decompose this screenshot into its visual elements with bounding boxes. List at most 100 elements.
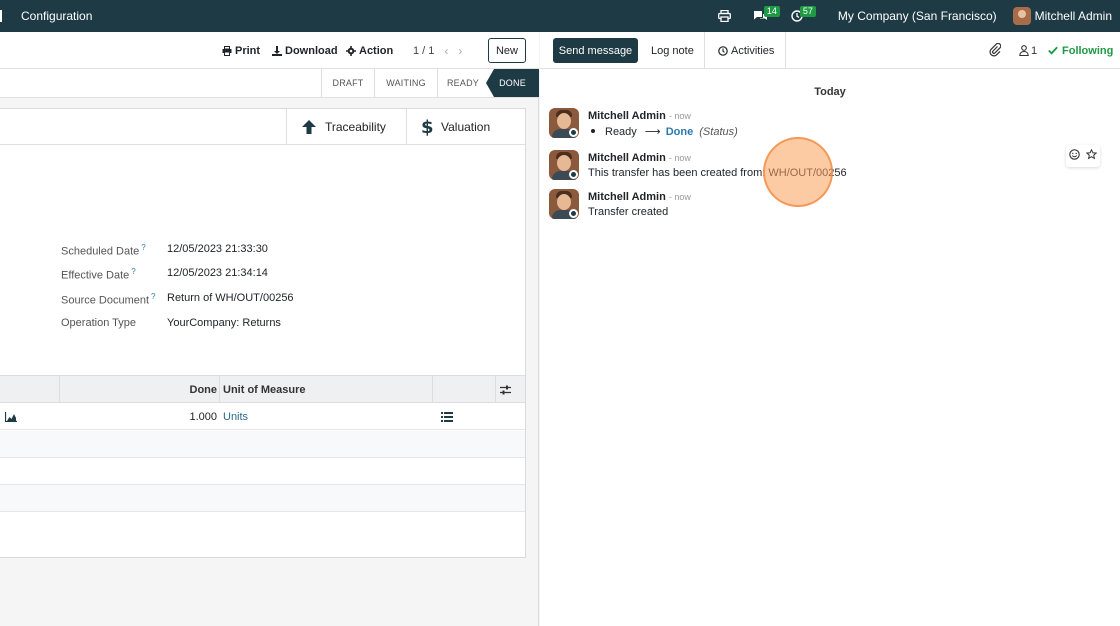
smart-buttons: Traceability $ Valuation xyxy=(0,109,525,145)
download-button[interactable]: Download xyxy=(272,32,338,69)
gear-icon xyxy=(346,45,356,56)
scheduled-date-value[interactable]: 12/05/2023 21:33:30 xyxy=(167,243,268,255)
followers-count: 1 xyxy=(1031,44,1038,57)
valuation-button[interactable]: $ Valuation xyxy=(406,109,525,145)
message-author[interactable]: Mitchell Admin - now xyxy=(588,191,691,203)
new-button[interactable]: New xyxy=(488,38,526,63)
following-button[interactable]: Following xyxy=(1048,32,1113,69)
activities-clock-icon[interactable]: 57 xyxy=(786,0,816,32)
dollar-icon: $ xyxy=(421,118,433,136)
column-divider xyxy=(432,376,433,403)
help-tooltip-icon[interactable]: ? xyxy=(131,267,135,276)
activities-button[interactable]: Activities xyxy=(718,32,774,69)
message-tracking: Ready ⟶ Done (Status) xyxy=(588,125,738,138)
message-avatar[interactable] xyxy=(549,189,579,219)
download-label: Download xyxy=(285,44,338,57)
message-author[interactable]: Mitchell Admin - now xyxy=(588,152,691,164)
table-row-empty xyxy=(0,458,525,485)
effective-date-value[interactable]: 12/05/2023 21:34:14 xyxy=(167,267,268,279)
operation-type-label: Operation Type xyxy=(61,317,137,329)
column-divider xyxy=(495,376,496,403)
details-list-icon[interactable] xyxy=(441,403,453,430)
star-icon[interactable] xyxy=(1085,148,1098,163)
arrow-up-icon xyxy=(302,120,316,134)
tab-divider xyxy=(785,32,786,69)
statusbar: DRAFT WAITING READY DONE xyxy=(0,69,539,98)
forecast-chart-icon[interactable] xyxy=(5,403,17,430)
effective-date-label: Effective Date? xyxy=(61,267,136,282)
print-small-icon xyxy=(222,45,232,56)
check-icon xyxy=(1048,46,1058,55)
traceability-label: Traceability xyxy=(325,120,386,134)
row-done-qty[interactable]: 1.000 xyxy=(60,403,217,430)
print-icon[interactable] xyxy=(714,0,736,32)
svg-text:$: $ xyxy=(421,118,433,136)
messages-icon[interactable]: 14 xyxy=(750,0,780,32)
online-status-icon xyxy=(569,170,578,179)
print-label: Print xyxy=(235,44,261,57)
table-row-empty xyxy=(0,431,525,458)
source-document-value[interactable]: Return of WH/OUT/00256 xyxy=(167,292,294,304)
chatter-panel: Send message Log note Activities 1 Follo… xyxy=(540,32,1120,626)
user-name: Mitchell Admin xyxy=(1034,9,1112,23)
pager-next-icon[interactable]: › xyxy=(458,44,462,58)
user-avatar xyxy=(1012,7,1031,25)
date-separator: Today xyxy=(814,86,846,98)
message-time: - now xyxy=(668,111,691,121)
paperclip-icon[interactable] xyxy=(989,42,1002,60)
emoji-icon[interactable] xyxy=(1069,149,1080,163)
pager-value[interactable]: 1 / 1 xyxy=(413,45,434,57)
clock-icon xyxy=(718,45,728,56)
online-status-icon xyxy=(569,128,578,137)
company-switcher[interactable]: My Company (San Francisco) xyxy=(838,9,997,23)
form-sheet: Traceability $ Valuation Scheduled Date?… xyxy=(0,108,526,558)
column-done[interactable]: Done xyxy=(60,376,218,403)
stage-waiting[interactable]: WAITING xyxy=(375,69,437,97)
log-note-button[interactable]: Log note xyxy=(651,32,694,69)
message-avatar[interactable] xyxy=(549,108,579,138)
form-view: Print Download Action 1 / 1 ‹ › New DRAF… xyxy=(0,32,539,626)
messages-badge: 14 xyxy=(763,6,780,17)
stage-ready[interactable]: READY xyxy=(438,69,488,97)
online-status-icon xyxy=(569,209,578,218)
row-unit[interactable]: Units xyxy=(223,403,248,430)
column-unit-of-measure[interactable]: Unit of Measure xyxy=(223,376,306,403)
message-author[interactable]: Mitchell Admin - now xyxy=(588,110,691,122)
table-row[interactable]: 1.000 Units xyxy=(0,403,525,430)
action-label: Action xyxy=(359,44,394,57)
help-tooltip-icon[interactable]: ? xyxy=(141,243,145,252)
navbar-systray: 14 57 My Company (San Francisco) Mitchel… xyxy=(700,0,1120,32)
activities-badge: 57 xyxy=(799,6,816,17)
control-panel: Print Download Action 1 / 1 ‹ › New xyxy=(0,32,539,69)
source-document-label: Source Document? xyxy=(61,292,156,307)
scheduled-date-label: Scheduled Date? xyxy=(61,243,146,258)
optional-columns-icon[interactable] xyxy=(500,376,511,403)
click-indicator xyxy=(763,137,833,207)
operation-type-value[interactable]: YourCompany: Returns xyxy=(167,317,281,329)
top-navbar: Configuration 14 57 My Company (San Fran… xyxy=(0,0,1120,32)
chatter-topbar: Send message Log note Activities 1 Follo… xyxy=(540,32,1120,69)
traceability-button[interactable]: Traceability xyxy=(286,109,406,145)
navbar-edge-marker xyxy=(0,10,2,22)
column-divider xyxy=(219,376,220,403)
action-button[interactable]: Action xyxy=(346,32,393,69)
table-row-empty xyxy=(0,485,525,512)
download-icon xyxy=(272,45,282,56)
user-menu[interactable]: Mitchell Admin xyxy=(1012,7,1112,25)
user-icon xyxy=(1019,45,1029,56)
message-body: Transfer created xyxy=(588,206,669,218)
send-message-button[interactable]: Send message xyxy=(553,38,638,63)
message-actions xyxy=(1066,145,1100,167)
help-tooltip-icon[interactable]: ? xyxy=(151,292,155,301)
message-time: - now xyxy=(668,192,691,202)
stage-done[interactable]: DONE xyxy=(486,69,539,97)
nav-menu-configuration[interactable]: Configuration xyxy=(21,9,92,23)
followers-button[interactable]: 1 xyxy=(1019,32,1037,69)
message-avatar[interactable] xyxy=(549,150,579,180)
pager: 1 / 1 ‹ › xyxy=(413,32,462,69)
bullet-icon xyxy=(591,129,595,133)
valuation-label: Valuation xyxy=(441,120,491,134)
stage-draft[interactable]: DRAFT xyxy=(322,69,374,97)
pager-previous-icon[interactable]: ‹ xyxy=(444,44,448,58)
print-button[interactable]: Print xyxy=(222,32,260,69)
